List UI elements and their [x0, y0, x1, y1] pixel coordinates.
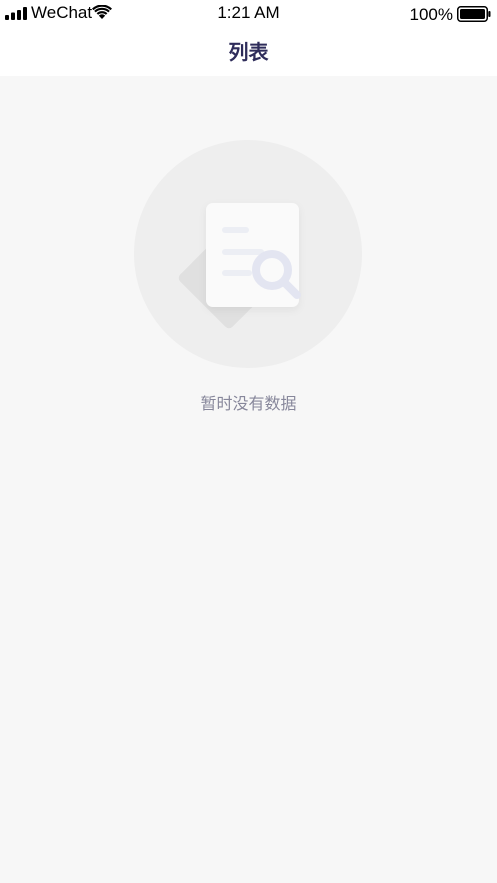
status-bar: WeChat 1:21 AM 100% [0, 0, 497, 28]
empty-state-message: 暂时没有数据 [200, 394, 297, 413]
document-line-3 [222, 270, 252, 276]
battery-icon [457, 6, 491, 22]
navigation-bar: 列表 [0, 28, 497, 76]
page-title: 列表 [228, 40, 269, 64]
battery-percentage: 100% [409, 5, 453, 24]
document-line-1 [222, 227, 249, 233]
document-line-2 [222, 249, 264, 255]
empty-document-search-icon [134, 140, 362, 368]
